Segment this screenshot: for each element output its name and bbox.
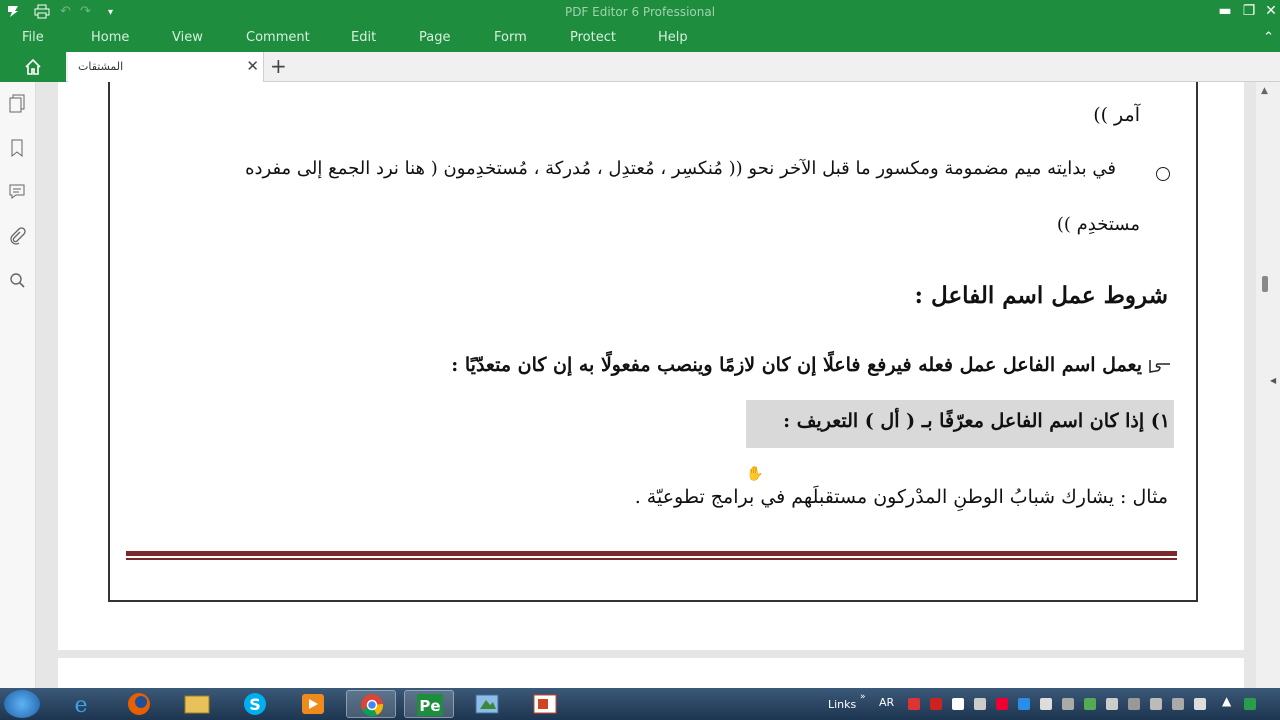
network-icon[interactable] [1040, 698, 1052, 710]
collapse-right-panel-icon[interactable]: ◀ [1270, 376, 1276, 385]
start-orb-icon[interactable] [4, 690, 40, 718]
scroll-up-icon[interactable]: ▲ [1261, 86, 1268, 96]
title-bar: ↶ ↷ ▾ PDF Editor 6 Professional ▬ ❐ ✕ [0, 0, 1280, 26]
security-shield-icon[interactable] [1244, 698, 1256, 710]
scrollbar-thumb[interactable] [1262, 276, 1268, 292]
text-example[interactable]: مثال : يشارك شبابُ الوطنِ المدْركون مستق… [635, 486, 1168, 508]
tray-sound-icon[interactable] [1172, 698, 1184, 710]
tray-app-icon[interactable] [908, 698, 920, 710]
text-line-amir[interactable]: آمر )) [1093, 104, 1140, 126]
svg-text:e: e [74, 693, 87, 718]
close-tab-icon[interactable]: ✕ [246, 57, 259, 75]
menu-comment[interactable]: Comment [246, 30, 310, 45]
volume-icon[interactable] [974, 698, 986, 710]
vertical-scrollbar[interactable]: ▲ ◀ [1256, 82, 1280, 688]
ribbon-collapse-icon[interactable]: ⌃ [1263, 30, 1274, 45]
paint-icon[interactable] [462, 690, 512, 718]
powerpoint-icon[interactable] [520, 690, 570, 718]
text-rule[interactable]: يعمل اسم الفاعل عمل فعله فيرفع فاعلًا إن… [451, 354, 1142, 376]
home-button[interactable] [0, 52, 66, 82]
menu-page[interactable]: Page [419, 30, 450, 45]
bullet-circle-icon [1156, 167, 1170, 181]
tray-re-icon[interactable] [1194, 698, 1206, 710]
text-case-1[interactable]: ١) إذا كان اسم الفاعل معرّفًا بـ ( أل ) … [783, 410, 1170, 432]
pages-icon[interactable] [8, 94, 28, 114]
text-line-bullet[interactable]: في بدايته ميم مضمومة ومكسور ما قبل الآخر… [245, 158, 1116, 179]
menu-home[interactable]: Home [91, 30, 129, 45]
restore-button[interactable]: ❐ [1238, 3, 1260, 19]
pdf-editor-icon[interactable]: Pe [404, 690, 454, 718]
home-icon [25, 58, 41, 75]
chrome-icon[interactable] [346, 690, 396, 718]
bluetooth-icon[interactable] [1018, 698, 1030, 710]
media-player-icon[interactable] [288, 690, 338, 718]
section-heading[interactable]: شروط عمل اسم الفاعل : [915, 282, 1168, 309]
hand-cursor-icon: ✋ [746, 466, 764, 482]
chevron-right-icon[interactable]: » [860, 692, 866, 702]
window-title: PDF Editor 6 Professional [564, 5, 716, 19]
menu-file[interactable]: File [22, 30, 44, 45]
menu-bar: File Home View Comment Edit Page Form Pr… [0, 26, 1280, 52]
taskbar: e S Pe Links » AR ▲ [0, 688, 1280, 720]
document-tab[interactable]: المشتقات ✕ [68, 52, 264, 82]
divider-thick [126, 551, 1177, 556]
menu-edit[interactable]: Edit [351, 30, 376, 45]
document-viewport[interactable]: آمر )) في بدايته ميم مضمومة ومكسور ما قب… [36, 82, 1256, 688]
comments-icon[interactable] [8, 182, 28, 202]
tray-monitor-icon[interactable] [1062, 698, 1074, 710]
bookmark-icon[interactable] [8, 138, 28, 158]
skype-icon[interactable]: S [230, 690, 280, 718]
menu-help[interactable]: Help [658, 30, 688, 45]
tray-sync-icon[interactable] [1106, 698, 1118, 710]
show-hidden-icon[interactable]: ▲ [1222, 694, 1231, 708]
tray-cloud-icon[interactable] [996, 698, 1008, 710]
add-tab-icon[interactable]: + [270, 54, 287, 78]
tray-pdf-icon[interactable] [930, 698, 942, 710]
tray-display-icon[interactable] [1150, 698, 1162, 710]
svg-text:S: S [249, 695, 261, 714]
text-line-mustakhdim[interactable]: مستخدِم )) [1057, 214, 1140, 235]
language-indicator[interactable]: AR [879, 696, 894, 709]
document-tab-label: المشتقات [78, 60, 124, 73]
file-explorer-icon[interactable] [172, 690, 222, 718]
left-sidebar: ▶ [0, 82, 44, 688]
attachment-icon[interactable] [8, 226, 28, 246]
menu-form[interactable]: Form [494, 30, 527, 45]
links-toolbar-label[interactable]: Links [828, 698, 856, 711]
menu-view[interactable]: View [172, 30, 203, 45]
tray-settings-icon[interactable] [1128, 698, 1140, 710]
minimize-button[interactable]: ▬ [1214, 3, 1236, 19]
tray-shield-icon[interactable] [952, 698, 964, 710]
close-button[interactable]: ✕ [1260, 3, 1280, 19]
internet-explorer-icon[interactable]: e [56, 690, 106, 718]
tray-update-icon[interactable] [1084, 698, 1096, 710]
menu-protect[interactable]: Protect [570, 30, 616, 45]
divider-thin [126, 558, 1177, 560]
tab-bar: المشتقات ✕ + [0, 52, 1280, 82]
search-icon[interactable] [8, 270, 28, 290]
pointing-hand-icon [1148, 356, 1172, 380]
firefox-icon[interactable] [114, 690, 164, 718]
next-pdf-page [58, 658, 1244, 688]
svg-text:Pe: Pe [419, 697, 440, 715]
